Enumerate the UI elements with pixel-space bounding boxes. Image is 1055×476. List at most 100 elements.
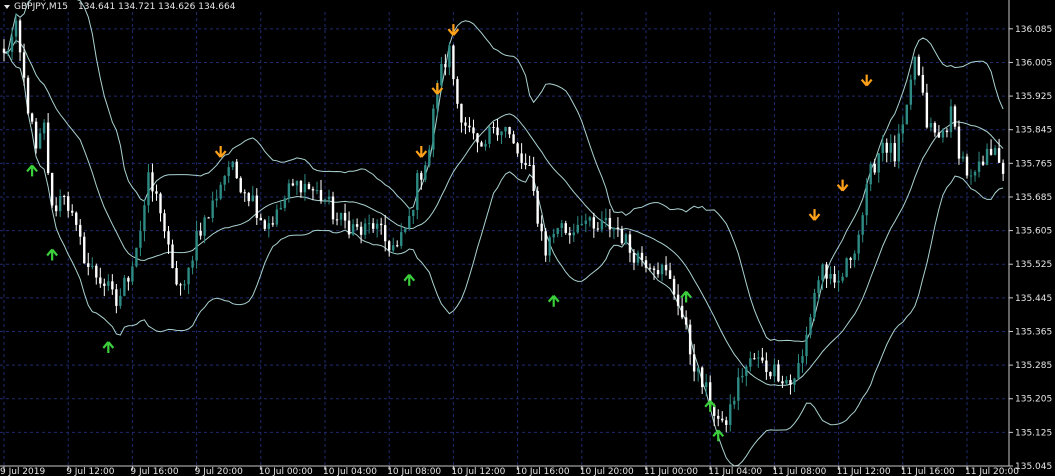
candle-body (981, 161, 985, 165)
candle-body (460, 103, 463, 123)
candle-body (251, 195, 254, 202)
candle-body (560, 223, 563, 229)
candle-body (821, 264, 824, 281)
candle-body (921, 75, 925, 93)
candle-body (993, 148, 997, 155)
ohlc-label: 134.641 134.721 134.626 134.664 (78, 2, 236, 12)
candle-body (676, 294, 680, 306)
candle-body (588, 217, 592, 221)
price-tick-label: 136.005 (1015, 58, 1052, 68)
candle-body (484, 143, 487, 147)
candle-body (749, 358, 752, 367)
candle-body (267, 223, 271, 229)
candle-body (2, 48, 6, 53)
candle-body (761, 357, 764, 361)
candle-body (817, 280, 820, 293)
candle-body (644, 260, 648, 268)
candle-body (977, 161, 981, 172)
candle-body (259, 217, 262, 221)
candle-body (765, 360, 768, 373)
candle-body (877, 153, 880, 173)
candle-body (933, 123, 937, 133)
candle-body (829, 274, 832, 279)
candle-body (58, 195, 62, 212)
candle-body (371, 223, 375, 229)
candle-body (343, 212, 347, 221)
candle-body (941, 130, 945, 138)
candle-body (215, 198, 218, 201)
candle-body (516, 143, 519, 154)
candle-body (319, 190, 323, 201)
candle-body (388, 241, 391, 251)
candle-body (564, 223, 567, 233)
candle-body (869, 163, 872, 185)
candle-body (568, 232, 571, 236)
candle-body (444, 63, 447, 68)
candle-body (572, 232, 575, 236)
candle-body (656, 270, 660, 275)
candle-body (528, 164, 531, 166)
candle-body (556, 228, 559, 234)
candle-body (167, 231, 170, 245)
candle-body (307, 183, 311, 189)
candle-body (291, 183, 295, 186)
candle-body (640, 252, 644, 261)
candle-body (704, 382, 708, 388)
candle-body (929, 123, 933, 128)
candle-body (46, 122, 50, 174)
chart-header: GBPJPY,M15 134.641 134.721 134.626 134.6… (4, 2, 236, 12)
candle-body (448, 45, 451, 68)
candle-body (227, 167, 230, 176)
candle-body (717, 415, 720, 419)
candle-body (580, 223, 583, 226)
candle-body (741, 375, 744, 378)
candle-body (219, 184, 222, 199)
candle-body (949, 106, 953, 133)
candle-body (668, 270, 672, 279)
candle-body (83, 236, 86, 264)
candle-body (721, 418, 724, 421)
candle-body (199, 230, 202, 236)
candle-body (672, 278, 676, 295)
candle-body (404, 228, 407, 233)
candle-body (757, 357, 760, 359)
candle-body (628, 234, 632, 253)
candle-body (171, 244, 174, 269)
candle-body (416, 173, 419, 210)
candle-body (159, 193, 162, 214)
candle-body (532, 165, 535, 192)
chart[interactable]: 136.085 136.005 135.925 135.845 135.765 135.6… (0, 0, 1055, 476)
candle-body (323, 199, 327, 201)
time-tick-label: 10 Jul 00:00 (259, 467, 313, 476)
price-tick-label: 135.765 (1015, 159, 1052, 169)
price-tick-label: 135.365 (1015, 327, 1052, 337)
candle-body (660, 264, 664, 275)
candle-body (945, 130, 949, 133)
candle-body (612, 227, 616, 230)
time-tick-label: 9 Jul 16:00 (130, 467, 179, 476)
candle-body (825, 264, 828, 279)
candle-body (801, 356, 804, 364)
candle-body (985, 148, 989, 165)
time-tick-label: 11 Jul 16:00 (901, 467, 955, 476)
candle-body (536, 191, 539, 224)
candle-body (30, 113, 34, 122)
price-tick-label: 135.525 (1015, 260, 1052, 270)
candle-body (684, 317, 688, 325)
candle-body (287, 183, 291, 199)
candle-body (737, 377, 740, 401)
candle-body (103, 283, 106, 286)
candle-body (504, 127, 507, 132)
candle-body (351, 224, 355, 235)
candle-body (885, 142, 888, 153)
candle-body (271, 223, 275, 225)
candle-body (95, 265, 98, 278)
candle-body (576, 225, 579, 233)
candle-body (809, 317, 812, 335)
candle-body (592, 217, 596, 229)
candle-body (989, 148, 993, 155)
candle-body (135, 247, 138, 267)
candle-body (452, 45, 455, 80)
candle-body (544, 231, 547, 256)
candle-body (191, 260, 194, 268)
